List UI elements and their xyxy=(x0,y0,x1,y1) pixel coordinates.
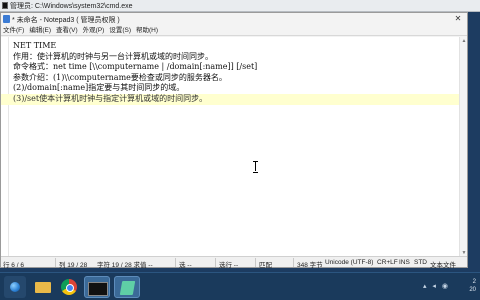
status-encoding[interactable]: Unicode (UTF-8) xyxy=(325,259,373,266)
desktop: 管理员: C:\Windows\system32\cmd.exe * 未命名 -… xyxy=(0,0,480,300)
status-line-count: 行 6 / 6 xyxy=(3,262,24,269)
notepad-title: * 未命名 - Notepad3 ( 管理员权限 ) xyxy=(12,17,120,24)
notepad-titlebar[interactable]: * 未命名 - Notepad3 ( 管理员权限 ) ✕ xyxy=(1,13,467,25)
status-bar: 行 6 / 6 列 19 / 28 字符 19 / 28 求值 -- 选 -- … xyxy=(1,256,467,269)
editor-line[interactable]: NET TIME xyxy=(13,41,459,52)
taskbar: ▴ ◂ ◉ 2 20 xyxy=(0,272,480,300)
status-std[interactable]: STD xyxy=(414,259,427,266)
text-cursor-icon xyxy=(253,161,258,173)
notepad-icon xyxy=(3,15,10,23)
text-editor[interactable]: NET TIME 作用：使计算机的时钟与另一台计算机或域的时间同步。 命令格式：… xyxy=(1,37,467,257)
menu-edit[interactable]: 编辑(E) xyxy=(28,25,55,36)
status-eol[interactable]: CR+LF xyxy=(377,259,398,266)
cmd-icon xyxy=(2,2,8,9)
status-divider xyxy=(55,258,56,267)
status-match: 匹配 xyxy=(259,262,272,269)
menu-help[interactable]: 帮助(H) xyxy=(135,25,162,36)
chrome-icon[interactable] xyxy=(58,276,80,298)
tray-date: 20 xyxy=(469,287,476,293)
menu-view[interactable]: 查看(V) xyxy=(55,25,82,36)
status-sel-lines: 选行 -- xyxy=(219,262,239,269)
editor-line[interactable]: 命令格式：net time [\\computername | /domain[… xyxy=(13,62,459,73)
editor-line[interactable]: 参数介绍：(1)\\computername要检查或同步的服务器名。 xyxy=(13,73,459,84)
status-divider xyxy=(255,258,256,267)
editor-line[interactable]: (2)/domain[:name]指定要与其时间同步的域。 xyxy=(13,83,459,94)
status-column: 列 19 / 28 xyxy=(59,262,88,269)
cmd-window-title: 管理员: C:\Windows\system32\cmd.exe xyxy=(10,3,133,10)
status-doc-type[interactable]: 文本文件 xyxy=(430,259,456,269)
tray-time: 2 xyxy=(472,279,476,285)
menu-file[interactable]: 文件(F) xyxy=(2,25,28,36)
editor-gutter xyxy=(1,37,9,257)
close-icon[interactable]: ✕ xyxy=(452,14,464,23)
status-ins[interactable]: INS xyxy=(399,259,410,266)
editor-lines: NET TIME 作用：使计算机的时钟与另一台计算机或域的时间同步。 命令格式：… xyxy=(1,41,459,105)
scroll-up-icon[interactable]: ▲ xyxy=(461,38,467,44)
menu-settings[interactable]: 设置(S) xyxy=(108,25,135,36)
menu-bar: 文件(F) 编辑(E) 查看(V) 外观(P) 设置(S) 帮助(H) xyxy=(1,25,467,36)
tray-clock[interactable]: 2 20 xyxy=(469,278,476,294)
status-size: 348 字节 xyxy=(297,262,323,269)
editor-line-current[interactable]: (3)/set使本计算机时钟与指定计算机或域的时间同步。 xyxy=(1,93,459,105)
notepad-window: * 未命名 - Notepad3 ( 管理员权限 ) ✕ 文件(F) 编辑(E)… xyxy=(0,12,468,269)
menu-appearance[interactable]: 外观(P) xyxy=(82,25,109,36)
notepad3-taskbar-icon[interactable] xyxy=(114,276,140,298)
cmd-window-titlebar[interactable]: 管理员: C:\Windows\system32\cmd.exe xyxy=(0,0,480,12)
status-divider xyxy=(215,258,216,267)
status-select: 选 -- xyxy=(179,262,192,269)
editor-line[interactable]: 作用：使计算机的时钟与另一台计算机或域的时间同步。 xyxy=(13,52,459,63)
start-button-icon[interactable] xyxy=(4,276,26,298)
vertical-scrollbar[interactable]: ▲ ▼ xyxy=(459,37,467,257)
status-chars: 字符 19 / 28 求值 -- xyxy=(97,262,153,269)
cmd-taskbar-icon[interactable] xyxy=(84,276,110,298)
file-explorer-icon[interactable] xyxy=(32,276,54,298)
tray-icons[interactable]: ▴ ◂ ◉ xyxy=(423,282,450,290)
status-divider xyxy=(175,258,176,267)
status-divider xyxy=(293,258,294,267)
